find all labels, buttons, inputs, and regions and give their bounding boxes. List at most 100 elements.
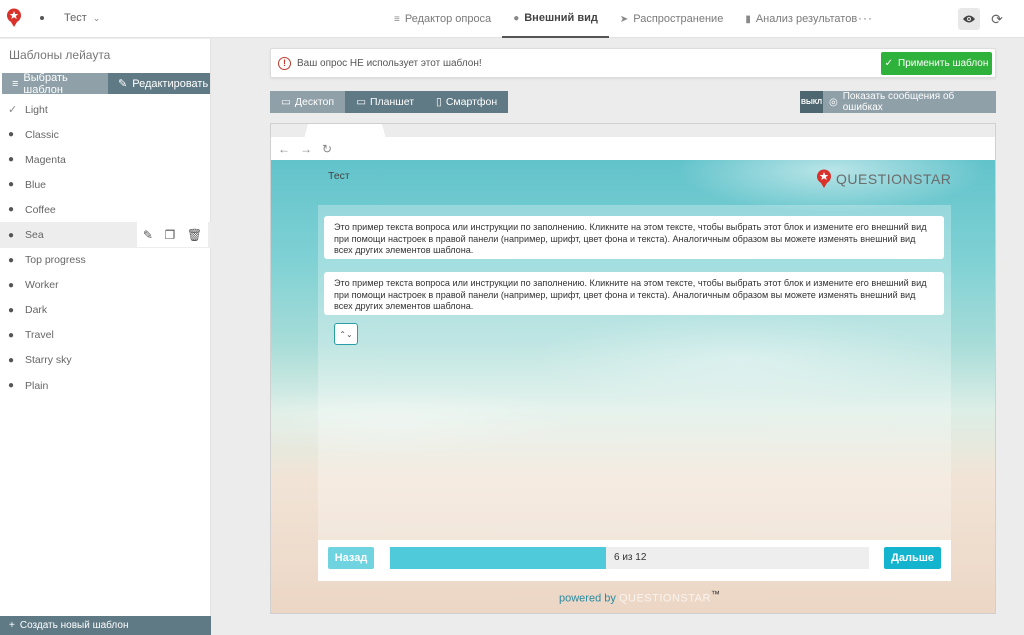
browser-toolbar: ← → ↻ <box>271 137 995 160</box>
error-messages-toggle[interactable]: ВЫКЛ ◎ Показать сообщения об ошибках <box>800 91 996 113</box>
show-errors-button[interactable]: ◎ Показать сообщения об ошибках <box>823 91 996 113</box>
template-item-magenta[interactable]: ● Magenta <box>0 147 211 172</box>
browser-tabbar <box>271 124 995 137</box>
palette-icon: ● <box>8 329 15 341</box>
sync-icon: ⟳ <box>991 10 1003 27</box>
dropdown-select[interactable]: ⌃⌄ <box>334 323 358 345</box>
survey-stage: Тест QUESTIONSTAR Это пример текста вопр… <box>271 160 995 613</box>
project-name: Тест <box>64 12 87 24</box>
tab-label: Распространение <box>633 13 724 25</box>
template-warning: ! Ваш опрос НЕ использует этот шаблон! ✓… <box>270 48 996 78</box>
palette-icon: ● <box>8 129 15 141</box>
template-item-blue[interactable]: ● Blue <box>0 172 211 197</box>
template-label: Classic <box>25 128 59 141</box>
template-item-dark[interactable]: ● Dark <box>0 298 211 323</box>
device-switcher: ▭ Десктоп ▭ Планшет ▯ Смартфон <box>270 91 509 113</box>
updown-chevron-icon: ⌃⌄ <box>339 329 353 339</box>
tab-label: Анализ результатов <box>755 13 858 25</box>
template-label: Dark <box>25 304 48 317</box>
copy-icon[interactable]: ❐ <box>165 228 176 242</box>
template-label: Light <box>25 103 48 116</box>
template-item-plain[interactable]: ● Plain <box>0 373 211 398</box>
trademark-sign: ™ <box>710 589 720 599</box>
more-menu-button[interactable]: ··· <box>858 11 873 25</box>
preview-browser: ← → ↻ Тест QUESTIONSTAR Это пример текст… <box>270 123 996 614</box>
device-desktop-button[interactable]: ▭ Десктоп <box>270 91 346 113</box>
list-icon: ≡ <box>12 77 19 90</box>
palette-icon: ● <box>8 154 15 166</box>
next-button[interactable]: Дальше <box>884 547 941 569</box>
palette-icon: ● <box>513 12 520 24</box>
palette-icon: ● <box>8 229 15 241</box>
device-label: Смартфон <box>445 96 498 108</box>
back-button[interactable]: Назад <box>328 547 374 569</box>
chevron-down-icon: ⌄ <box>92 12 101 23</box>
template-label: Magenta <box>25 153 66 166</box>
question-text-block[interactable]: Это пример текста вопроса или инструкции… <box>324 216 944 259</box>
questionstar-logo-icon[interactable] <box>6 8 22 28</box>
template-item-light[interactable]: ✓ Light <box>0 97 211 122</box>
pencil-icon: ✎ <box>118 78 128 90</box>
alert-circle-icon: ! <box>278 57 291 70</box>
bar-chart-icon: ▮ <box>745 13 751 25</box>
top-bar: Тест ⌄ ≡ Редактор опроса ● Внешний вид ➤… <box>0 0 1024 38</box>
template-item-starry-sky[interactable]: ● Starry sky <box>0 348 211 373</box>
palette-icon: ● <box>8 254 15 266</box>
toggle-state[interactable]: ВЫКЛ <box>800 91 823 113</box>
template-item-coffee[interactable]: ● Coffee <box>0 197 211 222</box>
powered-by-brand: QUESTIONSTAR <box>618 592 711 605</box>
template-list: ✓ Light ● Classic ● Magenta ● Blue ● Cof… <box>0 97 211 398</box>
send-icon: ➤ <box>619 13 629 25</box>
template-label: Starry sky <box>25 354 72 367</box>
brand-logo: QUESTIONSTAR <box>816 169 951 189</box>
project-selector[interactable]: Тест ⌄ <box>40 12 100 24</box>
template-item-top-progress[interactable]: ● Top progress <box>0 248 211 273</box>
palette-icon: ● <box>8 304 15 316</box>
plus-icon: + <box>9 620 15 631</box>
apply-template-button[interactable]: ✓ Применить шаблон <box>881 52 992 75</box>
preview-button[interactable] <box>958 8 980 30</box>
template-item-worker[interactable]: ● Worker <box>0 273 211 298</box>
back-arrow-icon: ← <box>278 141 290 156</box>
template-item-sea[interactable]: ● Sea ✎ ❐ 🗑 <box>0 222 211 248</box>
tab-appearance[interactable]: ● Внешний вид <box>502 0 609 38</box>
phone-icon: ▯ <box>436 96 442 108</box>
palette-icon: ● <box>8 354 15 366</box>
warning-text: Ваш опрос НЕ использует этот шаблон! <box>297 58 482 69</box>
template-item-travel[interactable]: ● Travel <box>0 323 211 348</box>
tab-survey-editor[interactable]: ≡ Редактор опроса <box>383 0 502 38</box>
create-label: Создать новый шаблон <box>19 620 129 631</box>
device-tablet-button[interactable]: ▭ Планшет <box>345 91 426 113</box>
create-template-button[interactable]: + Создать новый шаблон <box>0 616 211 635</box>
trash-icon[interactable]: 🗑 <box>187 228 202 242</box>
sync-button[interactable]: ⟳ <box>988 9 1006 29</box>
device-phone-button[interactable]: ▯ Смартфон <box>425 91 509 113</box>
tab-edit-template[interactable]: ✎ Редактировать <box>108 73 210 94</box>
tab-results-analysis[interactable]: ▮ Анализ результатов <box>734 0 868 38</box>
survey-title[interactable]: Тест <box>328 170 350 182</box>
question-text-block[interactable]: Это пример текста вопроса или инструкции… <box>324 272 944 315</box>
progress-text: 6 из 12 <box>614 552 647 563</box>
bullet-icon <box>40 16 44 20</box>
device-label: Десктоп <box>294 96 335 108</box>
tab-choose-template[interactable]: ≡ Выбрать шаблон <box>2 72 108 96</box>
tablet-icon: ▭ <box>356 96 366 108</box>
palette-icon: ● <box>8 204 15 216</box>
template-item-classic[interactable]: ● Classic <box>0 122 211 147</box>
palette-icon: ● <box>8 380 15 392</box>
template-label: Blue <box>25 178 47 191</box>
template-label: Sea <box>25 229 44 242</box>
reload-icon: ↻ <box>322 141 333 156</box>
template-actions: ✎ ❐ 🗑 <box>137 222 208 248</box>
edit-pencil-icon[interactable]: ✎ <box>143 228 153 242</box>
template-label: Worker <box>25 279 59 292</box>
checkmark-icon: ✓ <box>8 104 18 117</box>
sidebar-title: Шаблоны лейаута <box>9 48 111 62</box>
palette-icon: ● <box>8 279 15 291</box>
survey-panel: Это пример текста вопроса или инструкции… <box>318 205 951 581</box>
errors-label: Показать сообщения об ошибках <box>842 91 955 113</box>
forward-arrow-icon: → <box>300 141 312 156</box>
template-label: Travel <box>25 329 54 342</box>
tab-distribution[interactable]: ➤ Распространение <box>609 0 734 38</box>
powered-by-label: powered by <box>559 592 616 605</box>
